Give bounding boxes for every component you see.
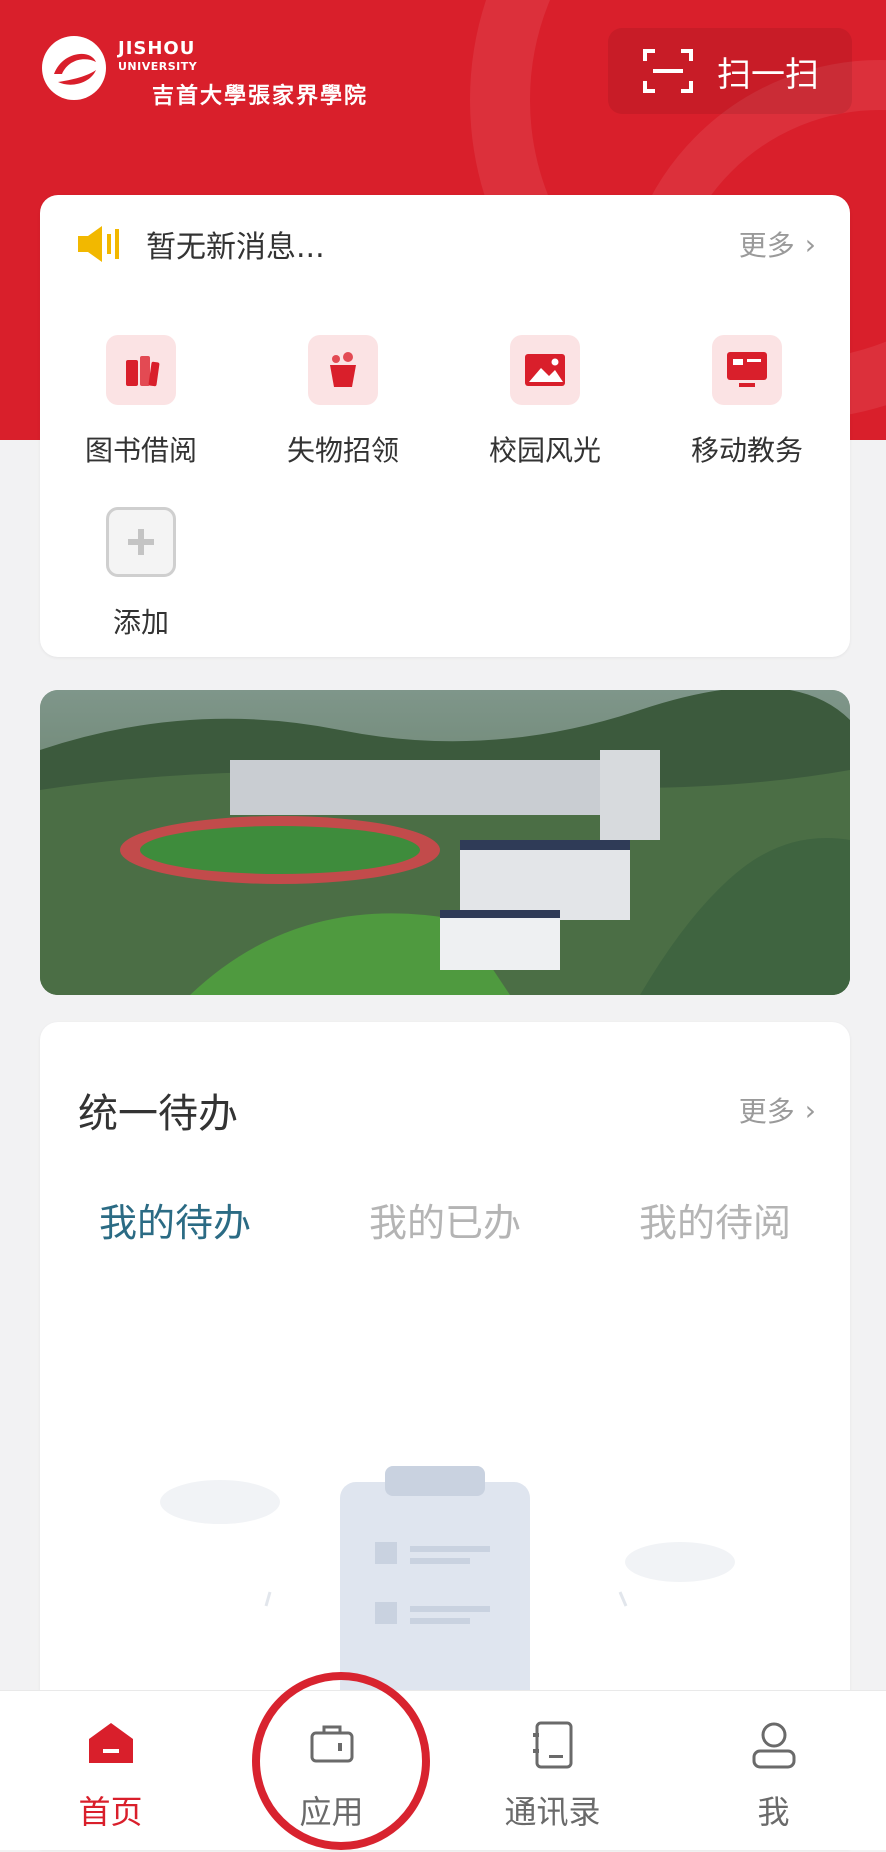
- chevron-right-icon: ›: [804, 227, 816, 261]
- nav-label: 首页: [78, 1793, 143, 1831]
- briefcase-icon: [310, 1725, 353, 1763]
- home-icon: [88, 1723, 133, 1763]
- quick-app-label: 失物招领: [286, 434, 399, 467]
- tab-my-to-read[interactable]: 我的待阅: [580, 1192, 850, 1247]
- book-icon: [106, 335, 176, 405]
- screen-icon: [712, 335, 782, 405]
- tab-my-todo[interactable]: 我的待办: [40, 1192, 310, 1247]
- notice-more-link[interactable]: 更多 ›: [739, 224, 816, 264]
- logo-text-en: JISHOU: [118, 38, 196, 59]
- quick-app-lost-found[interactable]: 失物招领: [242, 335, 444, 469]
- scan-label: 扫一扫: [717, 54, 819, 95]
- quick-app-label: 图书借阅: [84, 434, 197, 467]
- more-label: 更多: [738, 229, 795, 262]
- quick-app-label: 校园风光: [488, 434, 601, 467]
- logo-text-sub: UNIVERSITY: [118, 60, 198, 73]
- nav-contacts[interactable]: 通讯录: [442, 1691, 663, 1850]
- todo-title: 统一待办: [78, 1091, 238, 1137]
- notice-text: 暂无新消息...: [146, 230, 325, 265]
- quick-app-library[interactable]: 图书借阅: [40, 335, 242, 469]
- more-label: 更多: [738, 1095, 795, 1128]
- nav-label: 应用: [299, 1793, 364, 1831]
- todo-tabs: 我的待办 我的已办 我的待阅: [40, 1192, 850, 1252]
- bottom-navigation: 首页 应用 通讯录 我: [0, 1690, 886, 1850]
- notice-bar[interactable]: 暂无新消息... 更多 ›: [76, 219, 816, 269]
- plus-icon: [106, 507, 176, 577]
- todo-header: 统一待办 更多 ›: [78, 1080, 816, 1140]
- nav-apps[interactable]: 应用: [221, 1691, 442, 1850]
- nav-home[interactable]: 首页: [0, 1691, 221, 1850]
- logo-emblem-icon: [42, 36, 106, 100]
- quick-access-card: 暂无新消息... 更多 › 图书借阅 失物招领 校园风光 移动教务 添加: [40, 195, 850, 657]
- nav-label: 我: [757, 1793, 790, 1831]
- image-icon: [510, 335, 580, 405]
- logo-text-cn: 吉首大學張家界學院: [152, 83, 369, 109]
- chevron-right-icon: ›: [804, 1093, 816, 1127]
- contacts-icon: [532, 1721, 572, 1769]
- nav-me[interactable]: 我: [663, 1691, 884, 1850]
- user-icon: [752, 1722, 795, 1769]
- quick-app-mobile-academic[interactable]: 移动教务: [646, 335, 848, 469]
- campus-aerial-illustration: [40, 690, 850, 995]
- campus-banner-image[interactable]: [40, 690, 850, 995]
- tab-my-done[interactable]: 我的已办: [310, 1192, 580, 1247]
- quick-app-campus-scenery[interactable]: 校园风光: [444, 335, 646, 469]
- scan-icon: [643, 49, 693, 93]
- todo-more-link[interactable]: 更多 ›: [739, 1090, 816, 1130]
- quick-app-label: 添加: [112, 606, 169, 639]
- scan-button[interactable]: 扫一扫: [608, 28, 852, 114]
- nav-label: 通讯录: [504, 1793, 601, 1831]
- speaker-icon: [78, 226, 119, 262]
- lost-found-icon: [308, 335, 378, 405]
- quick-app-add[interactable]: 添加: [40, 507, 242, 641]
- quick-app-label: 移动教务: [690, 434, 803, 467]
